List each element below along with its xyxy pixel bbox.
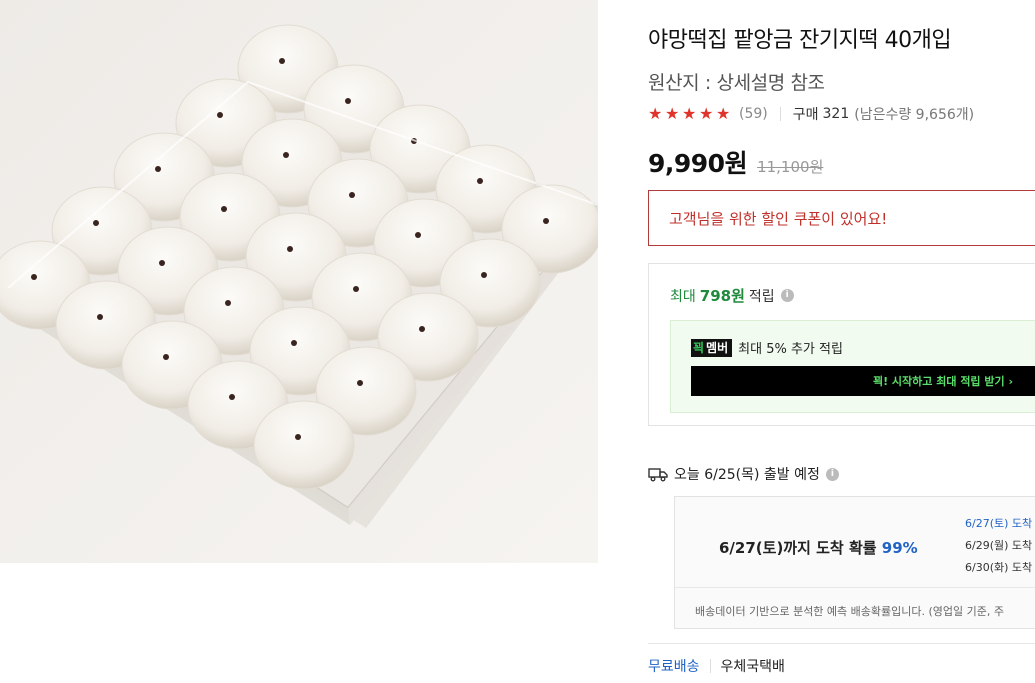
membership-line: 꾁 멤버 최대 5% 추가 적립 <box>691 338 843 357</box>
bean-dot <box>97 314 103 320</box>
bean-dot <box>163 354 169 360</box>
bean-dot <box>349 192 355 198</box>
membership-cta-label: 꾁! 시작하고 최대 적립 받기 › <box>872 375 1013 388</box>
bean-dot <box>221 206 227 212</box>
review-count-link[interactable]: (59) <box>739 106 768 122</box>
divider <box>779 107 781 121</box>
arrival-note: 배송데이터 기반으로 분석한 예측 배송확률입니다. (영업일 기준, 주 <box>695 605 1004 618</box>
purchase-label: 구매 <box>792 107 819 123</box>
carrier-name: 우체국택배 <box>720 659 785 675</box>
points-prefix: 최대 <box>670 288 696 305</box>
max-points-line: 최대 798원 적립 i <box>670 285 794 306</box>
coupon-text: 고객님을 위한 할인 쿠폰이 있어요! <box>669 209 888 228</box>
stock-remaining: (남은수량 9,656개) <box>854 107 975 123</box>
rating-row: ★ ★ ★ ★ ★ (59) 구매 321 (남은수량 9,656개) <box>648 104 974 124</box>
arrival-date-item: 6/29(월) 도착 <box>965 539 1033 552</box>
product-info-panel: 야망떡집 팥앙금 잔기지떡 40개입 원산지 : 상세설명 참조 ★ ★ ★ ★… <box>648 0 1035 683</box>
info-icon[interactable]: i <box>825 467 839 481</box>
membership-badge-mark: 꾁 <box>693 341 705 355</box>
arrival-date-item: 6/27(토) 도착 <box>965 517 1033 530</box>
departure-text: 오늘 6/25(목) 출발 예정 <box>674 467 820 483</box>
product-origin: 원산지 : 상세설명 참조 <box>648 72 825 94</box>
bean-dot <box>481 272 487 278</box>
original-price: 11,100원 <box>757 158 824 176</box>
free-shipping-label[interactable]: 무료배송 <box>648 656 700 676</box>
membership-text: 최대 5% 추가 적립 <box>738 342 843 357</box>
arrival-main: 6/27(토)까지 도착 확률 99% <box>719 537 918 558</box>
points-suffix: 적립 <box>748 288 775 305</box>
bean-dot <box>159 260 165 266</box>
sale-price: 9,990원 <box>648 149 748 178</box>
divider <box>675 587 1035 588</box>
bean-dot <box>217 112 223 118</box>
bean-dot <box>295 434 301 440</box>
star-icon: ★ <box>716 104 731 123</box>
rating-stars[interactable]: ★ ★ ★ ★ ★ <box>648 106 733 122</box>
bean-dot <box>415 232 421 238</box>
divider <box>709 659 711 673</box>
rice-cake-tray-photo <box>0 0 598 563</box>
shipping-row: 무료배송 우체국택배 <box>648 656 785 676</box>
bean-dot <box>345 98 351 104</box>
bean-dot <box>291 340 297 346</box>
points-amount: 798원 <box>699 287 745 305</box>
star-icon: ★ <box>665 104 680 123</box>
bean-dot <box>31 274 37 280</box>
bean-dot <box>357 380 363 386</box>
bean-dot <box>419 326 425 332</box>
bean-dot <box>155 166 161 172</box>
bean-dot <box>225 300 231 306</box>
bean-dot <box>353 286 359 292</box>
bean-dot <box>287 246 293 252</box>
departure-line: 오늘 6/25(목) 출발 예정 i <box>648 464 839 484</box>
arrival-date-item: 6/30(화) 도착 <box>965 561 1033 574</box>
price-row: 9,990원 11,100원 <box>648 144 823 180</box>
membership-badge: 꾁 멤버 <box>691 338 733 357</box>
membership-promo: 꾁 멤버 최대 5% 추가 적립 꾁! 시작하고 최대 적립 받기 › <box>670 320 1035 413</box>
arrival-probability-box: 6/27(토)까지 도착 확률 99% 6/27(토) 도착 6/29(월) 도… <box>674 496 1035 629</box>
bean-dot <box>283 152 289 158</box>
info-icon[interactable]: i <box>780 289 794 302</box>
product-image[interactable] <box>0 0 598 563</box>
coupon-banner[interactable]: 고객님을 위한 할인 쿠폰이 있어요! <box>648 190 1035 246</box>
bean-dot <box>93 220 99 226</box>
bean-dot <box>477 178 483 184</box>
bean-dot <box>229 394 235 400</box>
arrival-date-list: 6/27(토) 도착 6/29(월) 도착 6/30(화) 도착 <box>965 515 1032 581</box>
divider <box>648 643 1035 644</box>
purchase-count: 321 <box>822 106 850 122</box>
bean-dot <box>279 58 285 64</box>
arrival-date-text: 6/27(토)까지 도착 확률 <box>719 539 877 557</box>
membership-start-button[interactable]: 꾁! 시작하고 최대 적립 받기 › <box>691 366 1035 396</box>
star-icon: ★ <box>699 104 714 123</box>
points-section: 최대 798원 적립 i 꾁 멤버 최대 5% 추가 적립 꾁! 시작하고 최대… <box>648 263 1035 426</box>
membership-badge-label: 멤버 <box>706 341 729 355</box>
rice-cake <box>253 400 355 490</box>
arrival-percentage: 99% <box>881 539 918 557</box>
star-icon: ★ <box>682 104 697 123</box>
bean-dot <box>543 218 549 224</box>
product-title: 야망떡집 팥앙금 잔기지떡 40개입 <box>648 28 952 53</box>
star-icon: ★ <box>648 104 663 123</box>
truck-icon <box>648 468 668 482</box>
